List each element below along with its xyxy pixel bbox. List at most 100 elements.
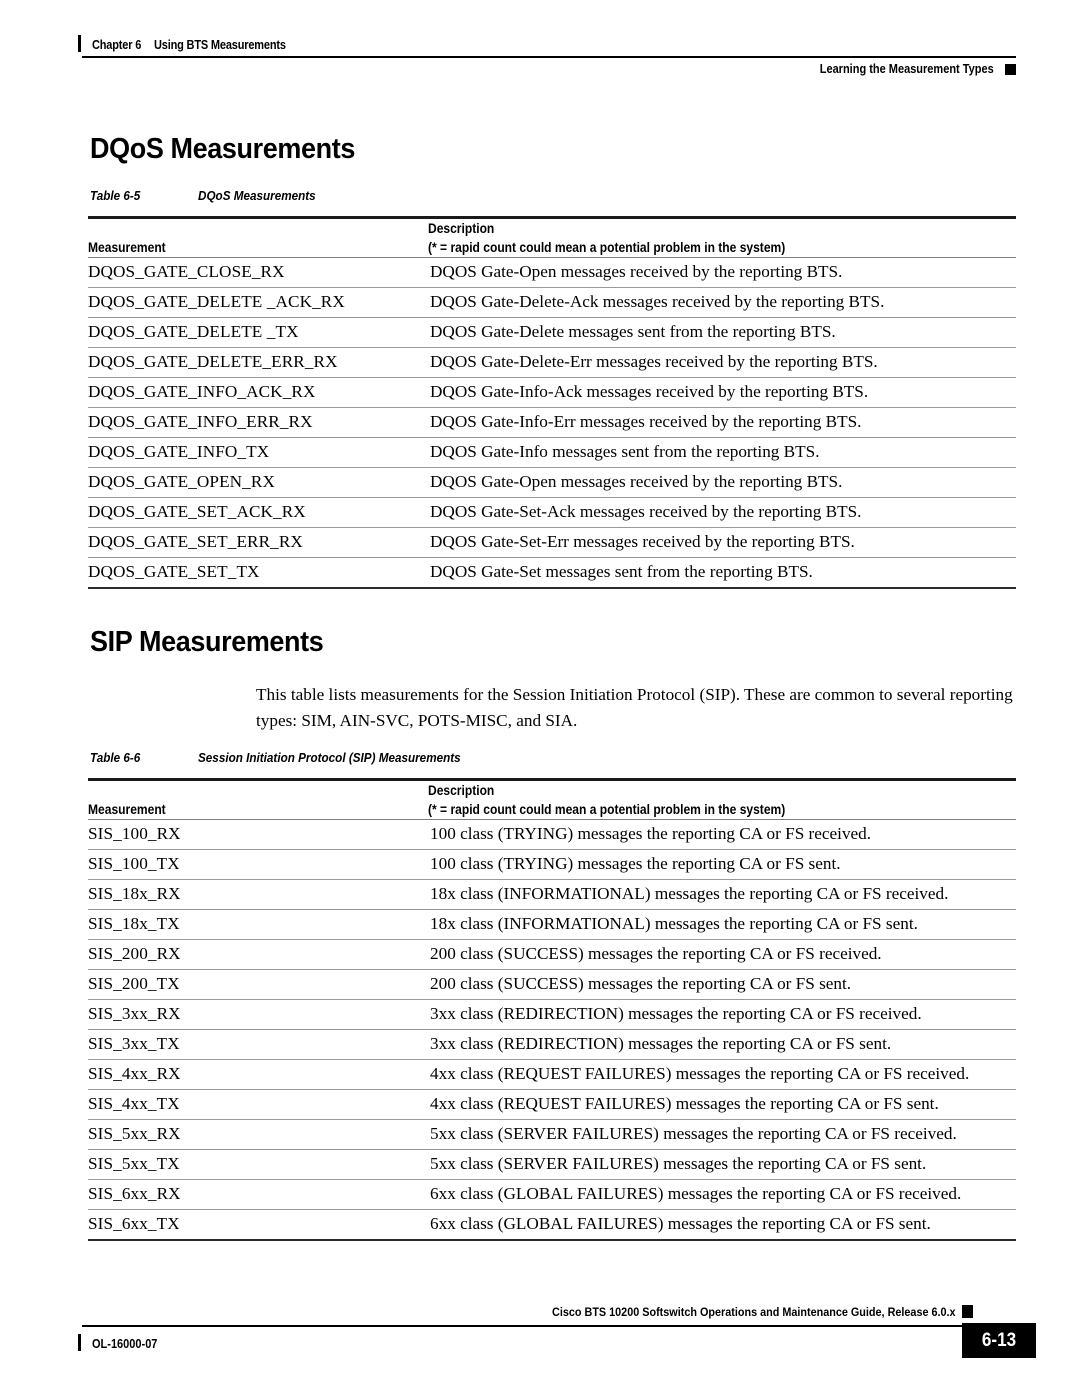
table-row: SIS_4xx_RX 4xx class (REQUEST FAILURES) m… [88,1060,1016,1090]
dqos-col-header-measurement-label: Measurement [88,240,166,255]
measurement-name-cell: SIS_3xx_TX [88,1034,180,1053]
footer-doc-id-block: OL-16000-07 [78,1331,166,1353]
dqos-section-heading: DQoS Measurements [90,133,355,165]
footer-square-marker-icon [962,1305,973,1318]
dqos-table-body: DQOS_GATE_CLOSE_RX DQOS Gate-Open message… [88,258,1016,588]
measurement-name-cell: SIS_100_RX [88,824,181,843]
sip-col-header-description: Description (* = rapid count could mean … [428,780,1016,820]
sip-section-heading: SIP Measurements [90,626,324,658]
sip-intro-paragraph: This table lists measurements for the Se… [256,685,1013,730]
table-row: SIS_200_TX 200 class (SUCCESS) messages t… [88,970,1016,1000]
dqos-col-header-description-line1: Description [428,221,495,236]
measurement-description-cell: DQOS Gate-Delete-Ack messages received b… [430,292,885,311]
running-header: Chapter 6 Using BTS Measurements Learnin… [78,32,1016,78]
measurement-description-cell: 200 class (SUCCESS) messages the reporti… [430,974,852,993]
table-row: SIS_200_RX 200 class (SUCCESS) messages t… [88,940,1016,970]
sip-col-header-description-line2: (* = rapid count could mean a potential … [428,802,786,817]
dqos-table-header-row: Measurement Description (* = rapid count… [88,217,1016,258]
sip-table-header-row: Measurement Description (* = rapid count… [88,779,1016,820]
measurement-description-cell: DQOS Gate-Open messages received by the … [430,262,843,281]
measurement-name-cell: SIS_200_RX [88,944,181,963]
table-row: SIS_100_RX 100 class (TRYING) messages th… [88,820,1016,850]
table-row: SIS_3xx_TX 3xx class (REDIRECTION) messag… [88,1030,1016,1060]
measurement-description-cell: DQOS Gate-Delete-Err messages received b… [430,352,878,371]
table-row: DQOS_GATE_DELETE_ERR_RX DQOS Gate-Delete-… [88,348,1016,378]
footer-tick-marker-icon [78,1334,81,1351]
measurement-description-cell: DQOS Gate-Info-Ack messages received by … [430,382,869,401]
measurement-description-cell: DQOS Gate-Set messages sent from the rep… [430,562,813,581]
measurement-description-cell: DQOS Gate-Open messages received by the … [430,472,843,491]
table-row: SIS_18x_TX 18x class (INFORMATIONAL) mess… [88,910,1016,940]
measurement-description-cell: 100 class (TRYING) messages the reportin… [430,824,872,843]
sip-measurements-table: Measurement Description (* = rapid count… [88,778,1016,1241]
header-chapter-block: Chapter 6 Using BTS Measurements [78,32,304,54]
table-row: SIS_100_TX 100 class (TRYING) messages th… [88,850,1016,880]
table-row: SIS_5xx_RX 5xx class (SERVER FAILURES) me… [88,1120,1016,1150]
sip-col-header-measurement: Measurement [88,780,428,820]
dqos-col-header-description-line2: (* = rapid count could mean a potential … [428,240,786,255]
dqos-table-caption: Table 6-5 DQoS Measurements [90,188,316,203]
footer-guide-title: Cisco BTS 10200 Softswitch Operations an… [552,1305,956,1319]
dqos-measurements-table: Measurement Description (* = rapid count… [88,216,1016,589]
table-row: SIS_3xx_RX 3xx class (REDIRECTION) messag… [88,1000,1016,1030]
sip-table-caption-number: Table 6-6 [90,750,141,765]
header-chapter-title: Using BTS Measurements [153,38,286,52]
measurement-description-cell: DQOS Gate-Set-Ack messages received by t… [430,502,862,521]
measurement-description-cell: 5xx class (SERVER FAILURES) messages the… [430,1124,957,1143]
header-chapter-label: Chapter 6 [92,38,142,52]
measurement-name-cell: DQOS_GATE_SET_ACK_RX [88,502,306,521]
measurement-name-cell: DQOS_GATE_OPEN_RX [88,472,275,491]
measurement-description-cell: 200 class (SUCCESS) messages the reporti… [430,944,882,963]
document-page: Chapter 6 Using BTS Measurements Learnin… [0,0,1080,1397]
measurement-name-cell: DQOS_GATE_INFO_TX [88,442,270,461]
table-row: DQOS_GATE_SET_ERR_RX DQOS Gate-Set-Err me… [88,528,1016,558]
table-row: DQOS_GATE_INFO_ERR_RX DQOS Gate-Info-Err … [88,408,1016,438]
footer-rule-divider [82,1325,962,1327]
measurement-description-cell: 5xx class (SERVER FAILURES) messages the… [430,1154,927,1173]
measurement-description-cell: 18x class (INFORMATIONAL) messages the r… [430,914,918,933]
header-rule-divider [82,56,1016,58]
page-number-label: 6-13 [981,1329,1017,1351]
table-row: SIS_5xx_TX 5xx class (SERVER FAILURES) me… [88,1150,1016,1180]
table-row: DQOS_GATE_OPEN_RX DQOS Gate-Open messages… [88,468,1016,498]
measurement-description-cell: DQOS Gate-Delete messages sent from the … [430,322,836,341]
sip-table-caption: Table 6-6 Session Initiation Protocol (SI… [90,750,461,765]
table-row: SIS_18x_RX 18x class (INFORMATIONAL) mess… [88,880,1016,910]
measurement-description-cell: 100 class (TRYING) messages the reportin… [430,854,841,873]
measurement-description-cell: 6xx class (GLOBAL FAILURES) messages the… [430,1214,931,1233]
measurement-description-cell: 4xx class (REQUEST FAILURES) messages th… [430,1094,939,1113]
measurement-name-cell: SIS_100_TX [88,854,180,873]
dqos-table-caption-title: DQoS Measurements [198,188,316,203]
measurement-description-cell: 6xx class (GLOBAL FAILURES) messages the… [430,1184,962,1203]
measurement-name-cell: SIS_5xx_RX [88,1124,181,1143]
measurement-description-cell: DQOS Gate-Info messages sent from the re… [430,442,820,461]
measurement-name-cell: SIS_4xx_RX [88,1064,181,1083]
dqos-col-header-measurement: Measurement [88,218,428,258]
measurement-description-cell: 3xx class (REDIRECTION) messages the rep… [430,1034,892,1053]
header-square-marker-icon [1005,63,1016,75]
table-row: DQOS_GATE_INFO_ACK_RX DQOS Gate-Info-Ack … [88,378,1016,408]
measurement-name-cell: SIS_6xx_RX [88,1184,181,1203]
sip-table-caption-title: Session Initiation Protocol (SIP) Measur… [198,750,461,765]
sip-table-body: SIS_100_RX 100 class (TRYING) messages th… [88,820,1016,1240]
measurement-name-cell: SIS_4xx_TX [88,1094,180,1113]
measurement-name-cell: DQOS_GATE_SET_TX [88,562,260,581]
measurement-description-cell: 3xx class (REDIRECTION) messages the rep… [430,1004,922,1023]
table-row: DQOS_GATE_CLOSE_RX DQOS Gate-Open message… [88,258,1016,288]
table-row: DQOS_GATE_DELETE _ACK_RX DQOS Gate-Delete… [88,288,1016,318]
footer-document-id: OL-16000-07 [92,1337,158,1351]
measurement-name-cell: DQOS_GATE_INFO_ACK_RX [88,382,316,401]
measurement-name-cell: SIS_18x_RX [88,884,181,903]
table-row: DQOS_GATE_SET_TX DQOS Gate-Set messages s… [88,558,1016,588]
measurement-description-cell: 18x class (INFORMATIONAL) messages the r… [430,884,949,903]
measurement-description-cell: DQOS Gate-Set-Err messages received by t… [430,532,855,551]
measurement-name-cell: SIS_18x_TX [88,914,180,933]
measurement-name-cell: SIS_3xx_RX [88,1004,181,1023]
table-row: SIS_6xx_RX 6xx class (GLOBAL FAILURES) me… [88,1180,1016,1210]
footer-guide-title-block: Cisco BTS 10200 Softswitch Operations an… [78,1303,956,1323]
measurement-name-cell: DQOS_GATE_INFO_ERR_RX [88,412,313,431]
chapter-tick-marker-icon [78,35,81,52]
table-row: SIS_4xx_TX 4xx class (REQUEST FAILURES) m… [88,1090,1016,1120]
measurement-name-cell: SIS_5xx_TX [88,1154,180,1173]
measurement-name-cell: SIS_200_TX [88,974,180,993]
